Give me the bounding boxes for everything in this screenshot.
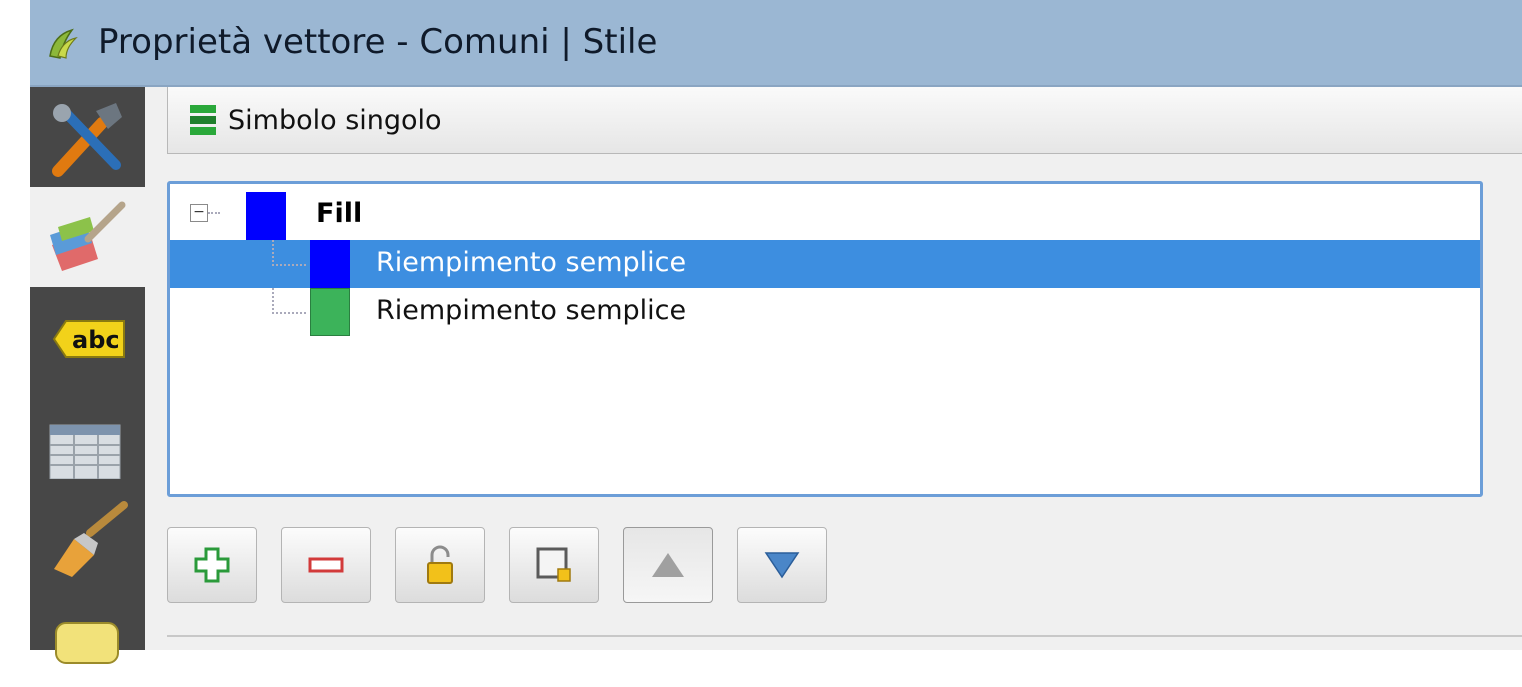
sidebar-item-style[interactable]: [30, 187, 145, 287]
layer-color-swatch: [310, 240, 350, 288]
rendering-brush-icon: [54, 501, 128, 577]
style-panel: Simbolo singolo − Fill Riempimento sempl…: [145, 87, 1522, 650]
remove-layer-button[interactable]: [281, 527, 371, 603]
divider: [167, 635, 1522, 637]
tree-row-fill[interactable]: − Fill: [170, 192, 1480, 240]
style-brush-icon: [50, 201, 126, 271]
lock-layer-button[interactable]: [395, 527, 485, 603]
fields-table-icon: [49, 424, 121, 479]
sidebar-item-rendering[interactable]: [30, 487, 145, 587]
plus-icon: [194, 547, 230, 583]
add-layer-button[interactable]: [167, 527, 257, 603]
window-title: Proprietà vettore - Comuni | Stile: [98, 22, 658, 62]
tree-row-label: Riempimento semplice: [376, 295, 687, 326]
tree-row-layer[interactable]: Riempimento semplice: [170, 240, 1480, 288]
triangle-up-icon: [652, 553, 684, 577]
title-bar: Proprietà vettore - Comuni | Stile: [30, 0, 1522, 87]
triangle-down-icon: [764, 552, 800, 579]
tree-connector: [272, 240, 306, 266]
renderer-selector[interactable]: Simbolo singolo: [167, 87, 1522, 154]
minus-icon: [308, 557, 344, 573]
tree-row-layer[interactable]: Riempimento semplice: [170, 288, 1480, 336]
padlock-icon: [427, 545, 453, 584]
labels-abc-icon: abc: [52, 320, 125, 358]
svg-text:abc: abc: [72, 326, 120, 354]
duplicate-layer-button[interactable]: [509, 527, 599, 603]
tree-row-label: Fill: [316, 198, 363, 229]
qgis-logo-icon: [44, 26, 80, 62]
duplicate-icon: [536, 547, 571, 582]
collapse-icon[interactable]: −: [190, 204, 208, 222]
tree-row-label: Riempimento semplice: [376, 247, 687, 278]
layer-color-swatch: [310, 288, 350, 336]
single-symbol-icon: [188, 103, 218, 141]
properties-sidebar: abc: [30, 87, 145, 664]
sidebar-item-display[interactable]: [30, 587, 145, 687]
sidebar-item-fields[interactable]: [30, 387, 145, 487]
symbol-layer-tree[interactable]: − Fill Riempimento semplice Riempimento …: [167, 181, 1483, 497]
display-tooltip-icon: [55, 622, 119, 664]
tree-connector: [272, 288, 306, 314]
sidebar-item-labels[interactable]: abc: [30, 287, 145, 387]
tree-connector: [208, 212, 220, 214]
renderer-label: Simbolo singolo: [228, 105, 442, 136]
move-up-button[interactable]: [623, 527, 713, 603]
general-tools-icon: [52, 103, 122, 177]
move-down-button[interactable]: [737, 527, 827, 603]
fill-color-swatch: [246, 192, 286, 240]
sidebar-item-general[interactable]: [30, 87, 145, 187]
